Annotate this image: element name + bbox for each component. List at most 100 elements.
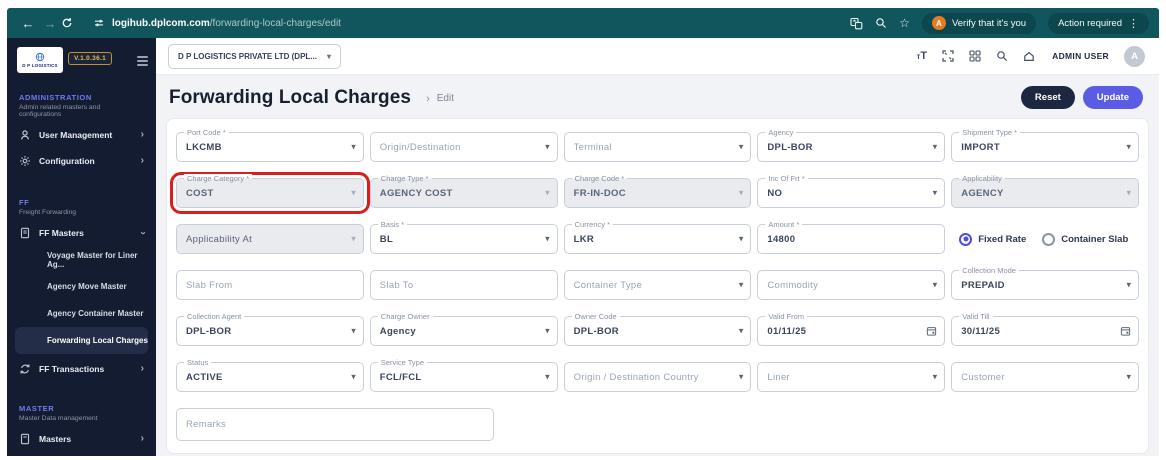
sidebar-item-configuration[interactable]: Configuration › — [7, 148, 156, 174]
field-port-code[interactable]: Port Code * LKCMB ▾ — [176, 128, 364, 162]
translate-icon[interactable] — [850, 17, 863, 30]
field-amount[interactable]: Amount * 14800 — [757, 220, 946, 254]
fixed-rate-radio[interactable]: Fixed Rate — [959, 232, 1026, 246]
chevron-down-icon: ▾ — [351, 187, 356, 198]
company-selector[interactable]: D P LOGISTICS PRIVATE LTD (DPL... ▾ — [168, 43, 341, 69]
field-service-type[interactable]: Service Type FCL/FCL ▾ — [369, 358, 558, 392]
verify-identity-label: Verify that it's you — [951, 17, 1027, 29]
field-charge-category[interactable]: Charge Category * COST ▾ — [170, 172, 370, 214]
section-ff: FF Freight Forwarding — [7, 198, 156, 216]
user-name: ADMIN USER — [1052, 51, 1109, 61]
home-icon[interactable] — [1023, 50, 1035, 62]
chevron-down-icon: ▾ — [738, 325, 744, 336]
field-container-type[interactable]: Container Type ▾ — [563, 270, 752, 300]
apps-grid-icon[interactable] — [969, 50, 981, 62]
section-subtitle: Freight Forwarding — [19, 209, 77, 216]
container-slab-radio[interactable]: Container Slab — [1042, 232, 1128, 246]
update-button[interactable]: Update — [1082, 86, 1143, 109]
verify-identity-pill[interactable]: A Verify that it's you — [921, 12, 1037, 34]
field-owner-code[interactable]: Owner Code DPL-BOR ▾ — [563, 312, 752, 346]
field-label: Charge Type * — [377, 174, 432, 183]
field-commodity[interactable]: Commodity ▾ — [757, 270, 946, 300]
field-liner[interactable]: Liner ▾ — [757, 362, 946, 392]
url-bar[interactable]: logihub.dplcom.com/forwarding-local-char… — [112, 18, 341, 29]
chevron-down-icon: ▾ — [932, 279, 938, 290]
field-label: Valid From — [765, 312, 808, 321]
field-label: Service Type — [377, 358, 428, 367]
sidebar-item-label: Agency Move Master — [47, 282, 127, 291]
sidebar-item-agency-move-master[interactable]: Agency Move Master — [7, 273, 156, 300]
sidebar: D P LOGISTICS V.1.0.36.1 ADMINISTRATION … — [7, 38, 156, 456]
action-required-label: Action required — [1058, 17, 1122, 29]
field-customer[interactable]: Customer ▾ — [951, 362, 1139, 392]
sidebar-item-voyage-master[interactable]: Voyage Master for Liner Ag... — [7, 246, 156, 273]
field-currency[interactable]: Currency * LKR ▾ — [563, 220, 752, 254]
calendar-icon[interactable] — [926, 326, 937, 337]
hamburger-menu-icon[interactable] — [137, 56, 148, 66]
field-shipment-type[interactable]: Shipment Type * IMPORT ▾ — [951, 128, 1139, 162]
sidebar-item-agency-container-master[interactable]: Agency Container Master — [7, 300, 156, 327]
sync-icon — [20, 364, 30, 374]
section-administration: ADMINISTRATION Admin related masters and… — [7, 93, 156, 118]
section-master: MASTER Master Data management — [7, 404, 156, 422]
sidebar-item-ff-transactions[interactable]: FF Transactions › — [7, 356, 156, 382]
browser-menu-icon[interactable]: ⋮ — [1128, 17, 1139, 30]
user-avatar[interactable]: A — [1124, 45, 1145, 67]
sidebar-item-label: FF Masters — [39, 228, 84, 238]
globe-icon — [35, 52, 45, 62]
chevron-down-icon: ▾ — [738, 233, 744, 244]
forward-icon[interactable]: → — [39, 16, 61, 31]
chevron-down-icon: ▾ — [545, 187, 550, 198]
section-title: ADMINISTRATION — [19, 93, 92, 102]
field-collection-agent[interactable]: Collection Agent DPL-BOR ▾ — [176, 312, 364, 346]
chevron-down-icon: ▾ — [932, 141, 938, 152]
field-slab-to[interactable]: Slab To — [369, 270, 558, 300]
chevron-down-icon: ▾ — [738, 187, 744, 198]
sidebar-item-masters[interactable]: Masters › — [7, 426, 156, 452]
field-charge-code[interactable]: Charge Code * FR-IN-DOC ▾ — [563, 174, 752, 208]
field-slab-from[interactable]: Slab From — [176, 270, 364, 300]
reset-button[interactable]: Reset — [1020, 86, 1075, 109]
chevron-down-icon: ▾ — [545, 371, 550, 382]
form-card: Port Code * LKCMB ▾ Origin/Destination ▾… — [166, 118, 1149, 454]
zoom-icon[interactable] — [875, 17, 887, 29]
remarks-textarea[interactable]: Remarks — [176, 408, 494, 441]
field-status[interactable]: Status ACTIVE ▾ — [176, 358, 364, 392]
chevron-down-icon: ▾ — [738, 371, 744, 382]
sidebar-item-ff-masters[interactable]: FF Masters › — [7, 220, 156, 246]
field-applicability-at[interactable]: Applicability At ▾ — [176, 224, 364, 254]
search-icon[interactable] — [996, 50, 1008, 62]
text-size-icon[interactable]: тT — [917, 50, 928, 62]
section-title: FF — [19, 198, 30, 207]
field-charge-owner[interactable]: Charge Owner Agency ▾ — [369, 312, 558, 346]
refresh-icon[interactable] — [61, 17, 83, 29]
field-valid-till[interactable]: Valid Till 30/11/25 — [951, 312, 1139, 346]
field-collection-mode[interactable]: Collection Mode PREPAID ▾ — [951, 266, 1139, 300]
field-basis[interactable]: Basis * BL ▾ — [369, 220, 558, 254]
chevron-down-icon: ▾ — [351, 371, 356, 382]
calendar-icon[interactable] — [1120, 326, 1131, 337]
radio-selected-icon — [959, 232, 973, 246]
sidebar-item-forwarding-local-charges[interactable]: Forwarding Local Charges — [15, 327, 148, 354]
field-origin-destination[interactable]: Origin/Destination ▾ — [369, 132, 558, 162]
field-valid-from[interactable]: Valid From 01/11/25 — [757, 312, 946, 346]
sidebar-item-user-management[interactable]: User Management › — [7, 122, 156, 148]
document-icon — [20, 227, 30, 239]
sidebar-item-label: Masters — [39, 434, 72, 444]
chevron-right-icon: › — [140, 363, 144, 374]
chevron-down-icon: ▾ — [351, 325, 356, 336]
field-label: Charge Owner — [377, 312, 433, 321]
chevron-down-icon: ▾ — [326, 51, 331, 61]
field-charge-type[interactable]: Charge Type * AGENCY COST ▾ — [369, 174, 558, 208]
action-required-pill[interactable]: Action required ⋮ — [1048, 12, 1149, 34]
site-settings-icon[interactable] — [93, 17, 105, 29]
bookmark-star-icon[interactable]: ☆ — [899, 16, 910, 30]
field-terminal[interactable]: Terminal ▾ — [563, 132, 752, 162]
breadcrumb: Edit — [436, 93, 454, 104]
field-agency[interactable]: Agency DPL-BOR ▾ — [757, 128, 946, 162]
fullscreen-icon[interactable] — [942, 50, 954, 62]
back-icon[interactable]: ← — [17, 16, 39, 31]
field-origin-destination-country[interactable]: Origin / Destination Country ▾ — [563, 362, 752, 392]
field-applicability[interactable]: Applicability AGENCY ▾ — [951, 174, 1139, 208]
field-inc-of-frt[interactable]: Inc Of Frt * NO ▾ — [757, 174, 946, 208]
